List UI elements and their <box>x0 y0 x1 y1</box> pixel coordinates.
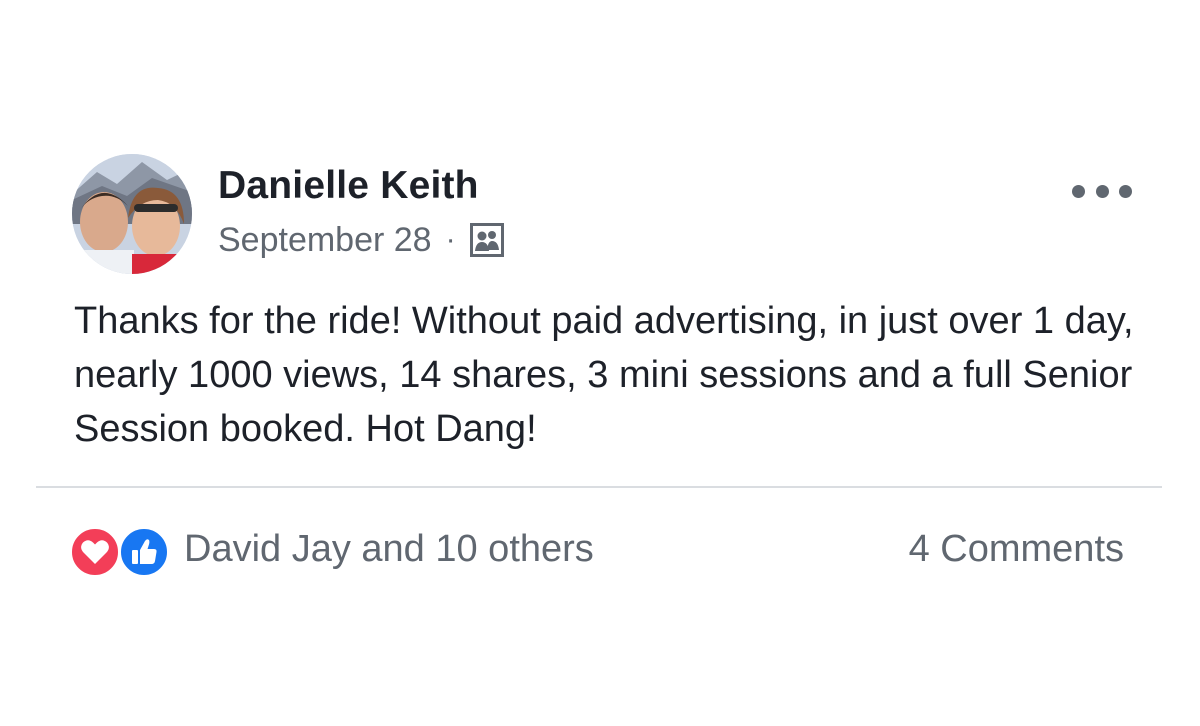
post-card: Danielle Keith September 28 · Thanks for… <box>0 0 1200 726</box>
comments-count-link[interactable]: 4 Comments <box>909 524 1124 574</box>
post-date[interactable]: September 28 <box>218 221 432 260</box>
author-avatar[interactable] <box>72 154 192 274</box>
more-dot <box>1095 184 1109 198</box>
more-options-icon[interactable] <box>1072 176 1132 206</box>
reaction-summary-text[interactable]: David Jay and 10 others <box>184 528 594 571</box>
post-meta: September 28 · <box>218 219 504 261</box>
avatar-photo <box>72 154 192 274</box>
meta-separator: · <box>445 223 456 256</box>
more-dot <box>1072 184 1085 198</box>
post-text: Thanks for the ride! Without paid advert… <box>74 300 1134 450</box>
like-reaction-icon <box>118 526 170 578</box>
divider <box>36 486 1162 488</box>
author-name[interactable]: Danielle Keith <box>218 164 479 208</box>
love-reaction-icon <box>69 526 121 578</box>
reaction-icons <box>69 524 172 578</box>
friends-group-icon[interactable] <box>469 223 504 257</box>
more-dot <box>1119 184 1132 198</box>
reactions-summary[interactable]: David Jay and 10 others <box>69 524 594 578</box>
